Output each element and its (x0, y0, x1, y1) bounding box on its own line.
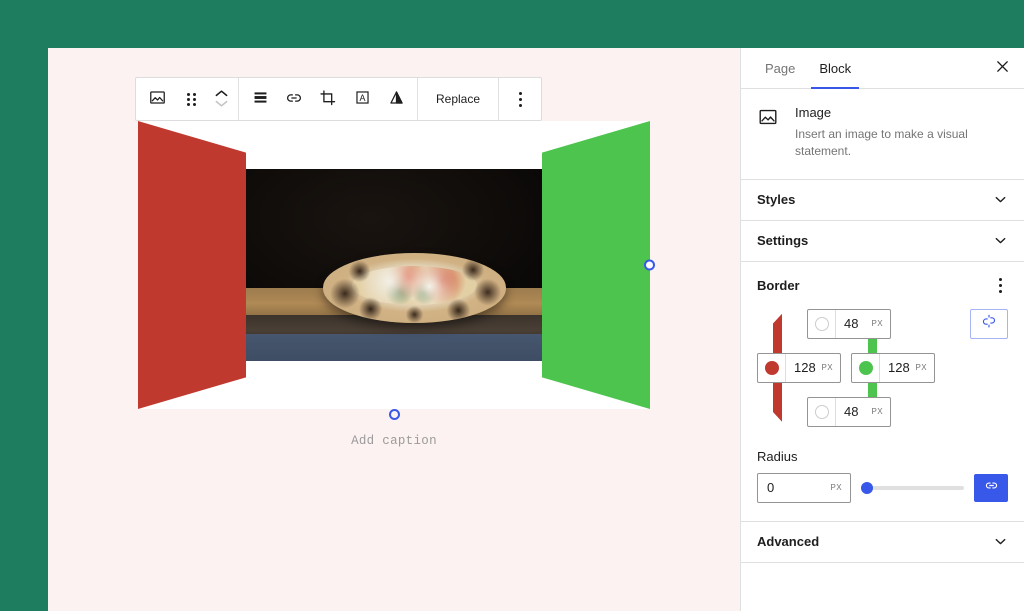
resize-handle-bottom[interactable] (389, 409, 400, 420)
color-swatch-unset (815, 317, 829, 331)
radius-row: 0 PX (757, 473, 1008, 503)
text-overlay-button[interactable]: A (345, 78, 379, 120)
section-styles[interactable]: Styles (741, 180, 1024, 221)
chevron-down-icon[interactable] (215, 99, 228, 109)
tab-block[interactable]: Block (807, 48, 863, 88)
caption-area: Add caption (138, 409, 650, 448)
sidebar-tabbar: Page Block (741, 48, 1024, 89)
ellipsis-vertical-icon (519, 92, 522, 107)
drag-handle-icon (187, 93, 196, 106)
unlink-icon (981, 313, 997, 334)
close-icon (995, 59, 1010, 77)
border-link-sides-button[interactable] (970, 309, 1008, 339)
border-right-unit[interactable]: PX (916, 354, 934, 382)
border-right-visual (542, 121, 650, 409)
pizza-oven-photo (246, 169, 542, 361)
border-right-value[interactable]: 128 (880, 354, 916, 382)
block-toolbar: A Replace (135, 77, 542, 121)
block-options-button[interactable] (503, 78, 537, 120)
editor-window: A Replace (48, 48, 1024, 611)
radius-label: Radius (757, 449, 1008, 464)
image-icon (757, 105, 781, 161)
section-settings[interactable]: Settings (741, 221, 1024, 262)
align-button[interactable] (243, 78, 277, 120)
resize-handle-right[interactable] (644, 260, 655, 271)
image-photo[interactable] (246, 169, 542, 361)
block-info-card: Image Insert an image to make a visual s… (741, 89, 1024, 180)
border-options-button[interactable] (993, 276, 1008, 295)
color-swatch-unset (815, 405, 829, 419)
settings-sidebar: Page Block Image Insert an image to mak (740, 48, 1024, 611)
radius-slider-track (861, 486, 964, 490)
replace-button[interactable]: Replace (422, 78, 494, 120)
border-top-control[interactable]: 48 PX (807, 309, 891, 339)
color-swatch-green (859, 361, 873, 375)
duotone-filter-icon (388, 89, 405, 109)
chevron-up-icon[interactable] (215, 89, 228, 99)
radius-value[interactable]: 0 (758, 480, 831, 495)
border-left-visual (138, 121, 246, 409)
image-icon (148, 88, 167, 110)
border-bottom-color-button[interactable] (808, 398, 836, 426)
caption-placeholder[interactable]: Add caption (138, 434, 650, 448)
radius-link-corners-button[interactable] (974, 474, 1008, 502)
radius-panel: Radius 0 PX (741, 435, 1024, 522)
close-sidebar-button[interactable] (984, 48, 1020, 88)
image-frame (138, 121, 650, 409)
image-block[interactable] (138, 121, 650, 409)
ellipsis-vertical-icon (999, 278, 1002, 293)
crop-button[interactable] (311, 78, 345, 120)
radius-unit[interactable]: PX (831, 483, 850, 492)
border-bottom-unit[interactable]: PX (872, 398, 890, 426)
section-settings-label: Settings (757, 233, 808, 248)
duotone-filter-button[interactable] (379, 78, 413, 120)
toolbar-group-format: A (239, 78, 418, 120)
section-advanced[interactable]: Advanced (741, 522, 1024, 563)
align-icon (252, 89, 269, 109)
toolbar-group-options (499, 78, 541, 120)
border-left-value[interactable]: 128 (786, 354, 822, 382)
block-title: Image (795, 105, 1008, 120)
border-top-unit[interactable]: PX (872, 310, 890, 338)
block-mover[interactable] (208, 78, 234, 120)
crop-icon (319, 89, 337, 110)
border-sides-control: 48 PX 128 PX 128 PX (757, 309, 1008, 427)
border-left-control[interactable]: 128 PX (757, 353, 841, 383)
border-right-color-button[interactable] (852, 354, 880, 382)
pizza-graphic (323, 253, 507, 322)
chevron-down-icon (993, 233, 1008, 248)
radius-slider[interactable] (861, 473, 964, 503)
block-type-button[interactable] (140, 78, 174, 120)
border-header: Border (757, 276, 1008, 295)
text-overlay-icon: A (354, 89, 371, 109)
border-left-color-button[interactable] (758, 354, 786, 382)
tab-page[interactable]: Page (753, 48, 807, 88)
border-bottom-value[interactable]: 48 (836, 398, 872, 426)
radius-input[interactable]: 0 PX (757, 473, 851, 503)
border-top-value[interactable]: 48 (836, 310, 872, 338)
editor-canvas[interactable]: A Replace (48, 48, 740, 611)
block-description: Insert an image to make a visual stateme… (795, 126, 1008, 161)
section-advanced-label: Advanced (757, 534, 819, 549)
border-bottom-control[interactable]: 48 PX (807, 397, 891, 427)
border-top-color-button[interactable] (808, 310, 836, 338)
link-button[interactable] (277, 78, 311, 120)
border-panel: Border 48 PX (741, 262, 1024, 435)
link-icon (285, 89, 303, 110)
drag-handle-button[interactable] (174, 78, 208, 120)
border-right-control[interactable]: 128 PX (851, 353, 935, 383)
toolbar-group-replace: Replace (418, 78, 499, 120)
chevron-down-icon (993, 534, 1008, 549)
radius-slider-thumb[interactable] (861, 482, 873, 494)
toolbar-group-block (136, 78, 239, 120)
border-title: Border (757, 278, 800, 293)
chevron-down-icon (993, 192, 1008, 207)
section-styles-label: Styles (757, 192, 795, 207)
link-icon (984, 478, 999, 498)
border-left-unit[interactable]: PX (822, 354, 840, 382)
color-swatch-red (765, 361, 779, 375)
svg-text:A: A (359, 93, 365, 103)
